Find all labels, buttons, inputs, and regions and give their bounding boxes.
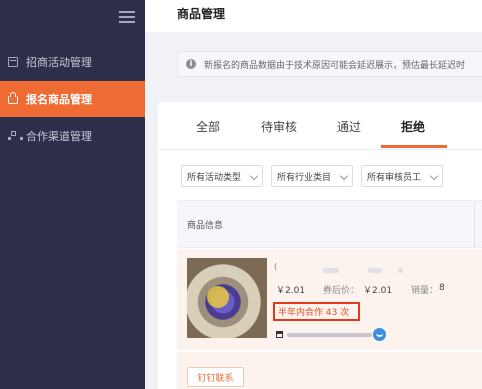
product-title[interactable]: ( bbox=[274, 262, 277, 271]
coupon-price-label: 券后价： bbox=[323, 286, 360, 296]
product-title-redacted bbox=[323, 268, 339, 273]
product-price: ￥2.01 bbox=[276, 286, 306, 296]
sidebar-item-campaign-management[interactable]: 招商活动管理 bbox=[0, 44, 145, 80]
dingding-contact-button[interactable]: 钉钉联系 bbox=[187, 367, 244, 387]
tab-approved[interactable]: 通过 bbox=[337, 118, 361, 135]
sidebar-item-channel-management[interactable]: 合作渠道管理 bbox=[0, 118, 145, 154]
shop-icon bbox=[276, 331, 283, 338]
sales-label: 销量： bbox=[411, 286, 439, 296]
shop-name-redacted bbox=[287, 333, 372, 337]
page-title: 商品管理 bbox=[177, 7, 226, 21]
active-tab-indicator bbox=[381, 145, 447, 148]
chevron-down-icon bbox=[429, 171, 439, 181]
column-divider[interactable] bbox=[474, 202, 475, 248]
product-title-redacted bbox=[398, 268, 403, 273]
shopping-bag-icon bbox=[8, 92, 18, 104]
network-icon bbox=[8, 131, 23, 141]
coupon-price: ￥2.01 bbox=[363, 286, 393, 296]
notice-text: 新报名的商品数据由于技术原因可能会延迟展示，预估最长延迟时 bbox=[204, 60, 466, 71]
notice-banner: i 新报名的商品数据由于技术原因可能会延迟展示，预估最长延迟时 bbox=[177, 51, 482, 77]
calendar-icon bbox=[8, 57, 18, 67]
chevron-down-icon bbox=[249, 171, 259, 181]
tab-rejected[interactable]: 拒绝 bbox=[401, 118, 425, 135]
menu-toggle-icon[interactable] bbox=[119, 11, 135, 23]
chevron-down-icon bbox=[339, 171, 349, 181]
sidebar-item-registered-products[interactable]: 报名商品管理 bbox=[0, 81, 145, 117]
sidebar-item-label: 招商活动管理 bbox=[26, 56, 92, 69]
info-icon: i bbox=[186, 59, 196, 69]
tab-pending[interactable]: 待审核 bbox=[261, 118, 297, 135]
select-value: 所有行业类目 bbox=[277, 172, 332, 183]
column-header-product-info: 商品信息 bbox=[187, 221, 224, 231]
select-value: 所有审核员工 bbox=[367, 172, 422, 183]
cooperation-count-text: 半年内合作 43 次 bbox=[278, 308, 350, 318]
reviewer-select[interactable]: 所有审核员工 bbox=[361, 165, 443, 187]
cooperation-count-badge: 半年内合作 43 次 bbox=[273, 302, 360, 321]
select-value: 所有活动类型 bbox=[187, 172, 242, 183]
sidebar-item-label: 合作渠道管理 bbox=[26, 130, 92, 143]
product-title-redacted bbox=[368, 268, 382, 273]
avatar[interactable] bbox=[373, 328, 386, 341]
product-image[interactable] bbox=[187, 258, 267, 338]
sales-count: 8 bbox=[439, 283, 445, 293]
activity-type-select[interactable]: 所有活动类型 bbox=[181, 165, 263, 187]
tab-all[interactable]: 全部 bbox=[196, 118, 220, 135]
industry-category-select[interactable]: 所有行业类目 bbox=[271, 165, 353, 187]
sidebar-item-label: 报名商品管理 bbox=[26, 93, 92, 106]
